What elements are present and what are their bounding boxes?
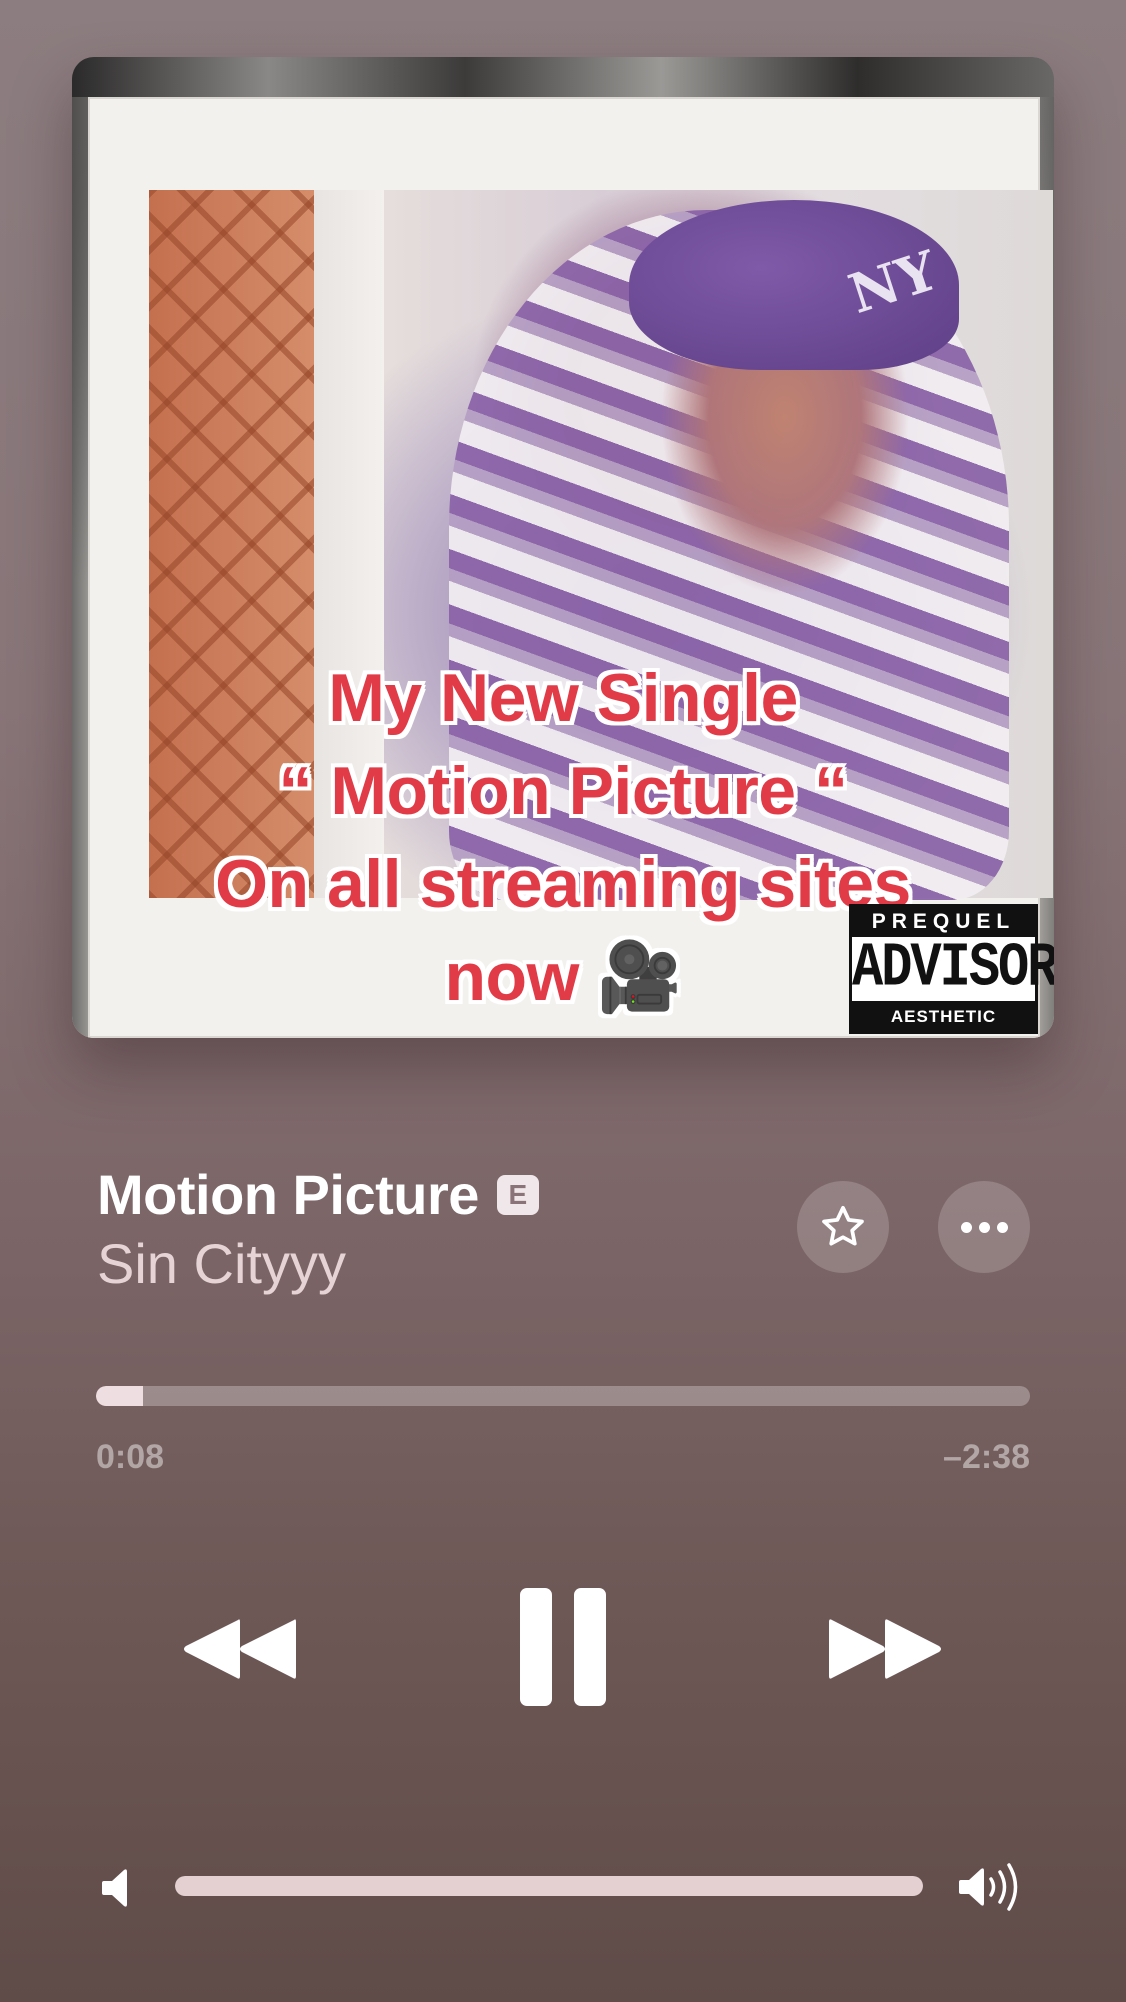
pause-icon (520, 1588, 606, 1706)
overlay-line-2: “ Motion Picture “ (278, 753, 849, 829)
rewind-icon (184, 1619, 296, 1679)
fast-forward-icon (829, 1619, 941, 1679)
volume-slider[interactable] (175, 1876, 923, 1896)
playback-scrubber[interactable] (96, 1386, 1030, 1406)
explicit-badge: E (496, 1174, 539, 1215)
star-icon (822, 1205, 864, 1246)
speaker-low-icon (102, 1869, 127, 1907)
overlay-line-4: now 🎥 (444, 939, 682, 1015)
parental-advisory-label: PREQUEL ADVISORY AESTHETIC CONTENT (849, 904, 1054, 1034)
more-options-button[interactable] (938, 1181, 1030, 1273)
album-artwork[interactable]: NY My New Single “ Motion Picture “ On a… (72, 57, 1054, 1038)
speaker-high-icon (959, 1863, 1018, 1911)
overlay-line-3: On all streaming sites (215, 846, 911, 922)
ellipsis-icon (960, 1221, 1008, 1233)
remaining-time: –2:38 (943, 1438, 1030, 1476)
scrubber-progress (96, 1386, 143, 1406)
fast-forward-button[interactable] (820, 1604, 950, 1694)
favorite-button[interactable] (797, 1181, 889, 1273)
rewind-button[interactable] (175, 1604, 305, 1694)
elapsed-time: 0:08 (96, 1438, 165, 1476)
artist-name[interactable]: Sin Cityyy (97, 1231, 346, 1296)
overlay-line-1: My New Single (328, 660, 798, 736)
artwork-top-band (72, 57, 1054, 97)
track-title-row: Motion Picture E (97, 1162, 539, 1227)
pause-button[interactable] (510, 1585, 616, 1709)
advisory-middle-text: ADVISORY (852, 933, 1054, 1004)
track-title[interactable]: Motion Picture (97, 1162, 479, 1227)
volume-level (175, 1876, 923, 1896)
